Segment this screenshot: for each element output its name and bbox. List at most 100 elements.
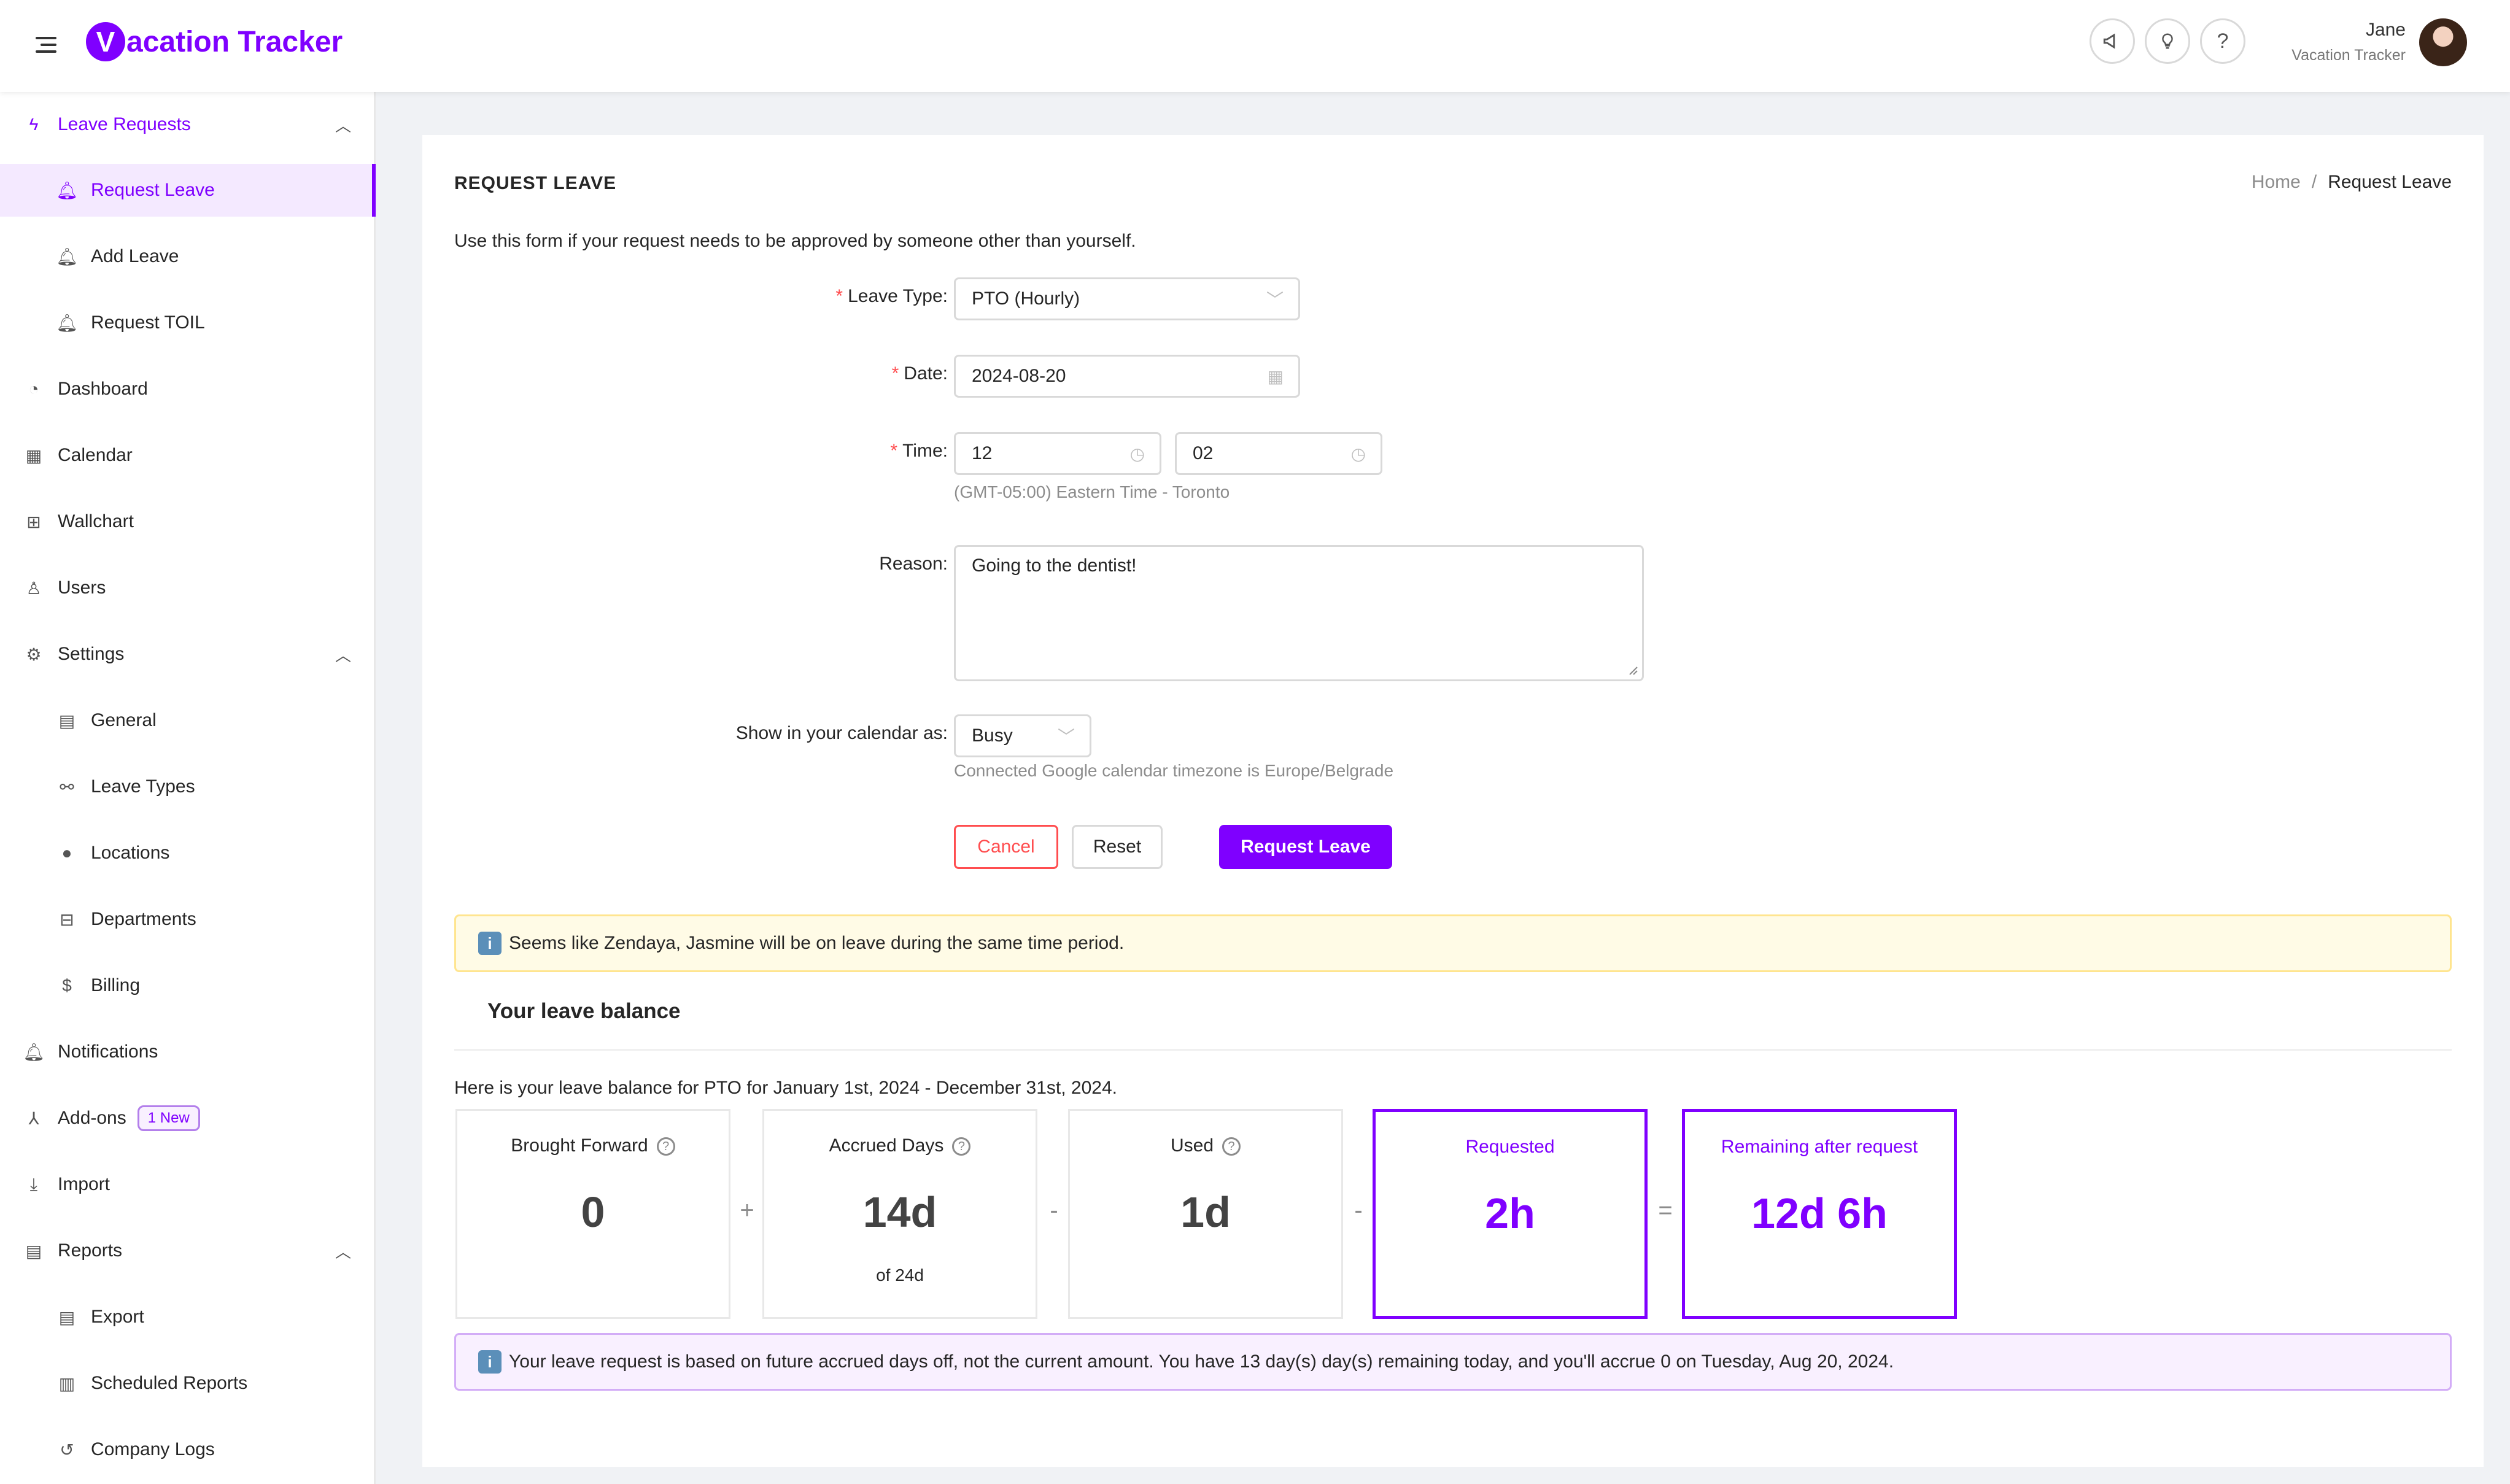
request-leave-card: REQUEST LEAVE Home / Request Leave Use thi… bbox=[422, 135, 2484, 1467]
leave-type-select[interactable]: PTO (Hourly) ﹀ bbox=[954, 277, 1300, 320]
sidebar-item-export[interactable]: ▤ Export bbox=[0, 1291, 376, 1343]
breadcrumb-home[interactable]: Home bbox=[2252, 172, 2301, 192]
label-text: Reason bbox=[879, 554, 943, 574]
date-label: * Date: bbox=[891, 363, 948, 384]
report-icon: ▤ bbox=[25, 1241, 42, 1261]
leave-type-value: PTO (Hourly) bbox=[972, 288, 1080, 309]
question-icon[interactable]: ? bbox=[1222, 1137, 1241, 1156]
sidebar-item-label: Users bbox=[58, 578, 106, 598]
bell-icon: 🔔︎ bbox=[56, 247, 78, 266]
cancel-button[interactable]: Cancel bbox=[954, 825, 1058, 869]
reason-textarea[interactable]: Going to the dentist! bbox=[954, 545, 1644, 681]
sidebar-item-label: Settings bbox=[58, 644, 125, 664]
chevron-up-icon: ︿ bbox=[335, 116, 351, 135]
sidebar-item-label: Request Leave bbox=[91, 180, 215, 200]
sidebar-item-leave-types[interactable]: ⚯ Leave Types bbox=[0, 760, 376, 813]
chevron-up-icon: ︿ bbox=[335, 1242, 351, 1261]
sidebar-item-label: Leave Types bbox=[91, 776, 195, 797]
chevron-down-icon: ﹀ bbox=[1266, 290, 1284, 309]
sidebar-item-general[interactable]: ▤ General bbox=[0, 694, 376, 747]
sidebar-item-label: Notifications bbox=[58, 1042, 158, 1062]
sidebar-item-company-logs[interactable]: ↺ Company Logs bbox=[0, 1423, 376, 1476]
question-icon[interactable]: ? bbox=[952, 1137, 971, 1156]
required-marker: * bbox=[890, 441, 898, 461]
announcements-button[interactable] bbox=[2090, 18, 2135, 64]
sidebar-item-label: Company Logs bbox=[91, 1439, 215, 1459]
divider bbox=[454, 1049, 2452, 1051]
sidebar-item-calendar[interactable]: ▦ Calendar bbox=[0, 429, 376, 482]
user-company: Vacation Tracker bbox=[2291, 47, 2406, 64]
ideas-button[interactable] bbox=[2145, 18, 2190, 64]
sidebar-item-request-toil[interactable]: 🔔︎ Request TOIL bbox=[0, 296, 376, 349]
sidebar-item-settings[interactable]: ⚙ Settings ︿ bbox=[0, 628, 376, 681]
requested-value: 2h bbox=[1485, 1189, 1535, 1237]
resize-handle-icon[interactable] bbox=[1626, 663, 1638, 676]
sidebar-item-label: Billing bbox=[91, 975, 141, 995]
calendar-status-value: Busy bbox=[972, 725, 1013, 746]
help-button[interactable]: ? bbox=[2200, 18, 2245, 64]
clock-icon: ◷ bbox=[1350, 444, 1366, 463]
requested-label: Requested bbox=[1465, 1137, 1555, 1157]
sidebar-item-addons[interactable]: ⅄ Add-ons 1 New bbox=[0, 1092, 376, 1145]
sidebar-item-label: Export bbox=[91, 1307, 144, 1327]
menu-toggle-icon[interactable] bbox=[31, 29, 61, 60]
sidebar-item-scheduled-reports[interactable]: ▥ Scheduled Reports bbox=[0, 1357, 376, 1410]
chevron-down-icon: ﹀ bbox=[1057, 727, 1075, 746]
page-title: REQUEST LEAVE bbox=[454, 173, 617, 193]
overlap-alert-text: Seems like Zendaya, Jasmine will be on l… bbox=[509, 933, 1125, 953]
chevron-up-icon: ︿ bbox=[335, 646, 351, 665]
time-end-input[interactable]: 02 ◷ bbox=[1175, 432, 1382, 475]
time-start-value: 12 bbox=[972, 443, 993, 463]
history-icon: ↺ bbox=[60, 1440, 74, 1459]
brought-forward-value: 0 bbox=[581, 1188, 605, 1236]
user-name[interactable]: Jane bbox=[2366, 20, 2406, 41]
accrued-days-total: of 24d bbox=[876, 1266, 924, 1285]
card-label-text: Brought Forward bbox=[511, 1135, 648, 1156]
app-logo[interactable]: V acation Tracker bbox=[86, 17, 343, 66]
sidebar-item-import[interactable]: ⤓ Import bbox=[0, 1158, 376, 1211]
sidebar-item-departments[interactable]: ⊟ Departments bbox=[0, 893, 376, 946]
accrual-info-text: Your leave request is based on future ac… bbox=[509, 1351, 1894, 1372]
sidebar-item-billing[interactable]: $ Billing bbox=[0, 959, 376, 1012]
remaining-label: Remaining after request bbox=[1721, 1137, 1918, 1157]
sidebar-item-label: Import bbox=[58, 1174, 110, 1194]
sidebar-item-notifications[interactable]: 🔔︎ Notifications bbox=[0, 1026, 376, 1078]
sidebar-item-label: Scheduled Reports bbox=[91, 1373, 248, 1393]
calendar-icon: ▦ bbox=[1267, 366, 1284, 386]
request-leave-button[interactable]: Request Leave bbox=[1219, 825, 1392, 869]
calendar-status-select[interactable]: Busy ﹀ bbox=[954, 714, 1091, 757]
label-text: Leave Type bbox=[848, 286, 943, 306]
required-marker: * bbox=[835, 286, 843, 306]
megaphone-icon bbox=[2103, 33, 2115, 49]
accrued-days-label: Accrued Days? bbox=[764, 1135, 1036, 1156]
departments-icon: ⊟ bbox=[60, 910, 74, 929]
sidebar-item-label: Add Leave bbox=[91, 246, 179, 266]
sidebar-item-wallchart[interactable]: ⊞ Wallchart bbox=[0, 495, 376, 548]
label-text: Time bbox=[902, 441, 943, 461]
calendar-timezone-hint: Connected Google calendar timezone is Eu… bbox=[954, 761, 1394, 780]
logo-mark: V bbox=[86, 22, 125, 61]
calendar-icon: ▦ bbox=[25, 446, 42, 465]
bell-icon: 🔔︎ bbox=[56, 180, 78, 200]
label-text: Show in your calendar as bbox=[735, 723, 943, 743]
reason-label: Reason: bbox=[879, 554, 948, 574]
sidebar-item-add-leave[interactable]: 🔔︎ Add Leave bbox=[0, 230, 376, 283]
sidebar-item-label: Add-ons bbox=[58, 1108, 126, 1128]
sidebar-item-locations[interactable]: ● Locations bbox=[0, 827, 376, 879]
sidebar-item-leave-requests[interactable]: ϟ Leave Requests ︿ bbox=[0, 98, 376, 151]
sidebar-item-dashboard[interactable]: ◔ Dashboard bbox=[0, 363, 376, 415]
card-label-text: Accrued Days bbox=[829, 1135, 944, 1156]
sidebar-item-users[interactable]: ♙ Users bbox=[0, 562, 376, 614]
sidebar-item-request-leave[interactable]: 🔔︎ Request Leave bbox=[0, 164, 376, 217]
sidebar-item-reports[interactable]: ▤ Reports ︿ bbox=[0, 1224, 376, 1277]
gear-icon: ⚙ bbox=[26, 644, 42, 664]
sidebar-item-label: Wallchart bbox=[58, 511, 134, 531]
dollar-icon: $ bbox=[62, 976, 72, 995]
reset-button[interactable]: Reset bbox=[1072, 825, 1163, 869]
sidebar-item-label: Leave Requests bbox=[58, 114, 191, 134]
time-start-input[interactable]: 12 ◷ bbox=[954, 432, 1161, 475]
date-picker-input[interactable]: 2024-08-20 ▦ bbox=[954, 355, 1300, 398]
top-header: V acation Tracker ? Jane Vacation Tracke… bbox=[0, 0, 2510, 92]
avatar[interactable] bbox=[2419, 18, 2467, 66]
question-icon[interactable]: ? bbox=[656, 1137, 675, 1156]
